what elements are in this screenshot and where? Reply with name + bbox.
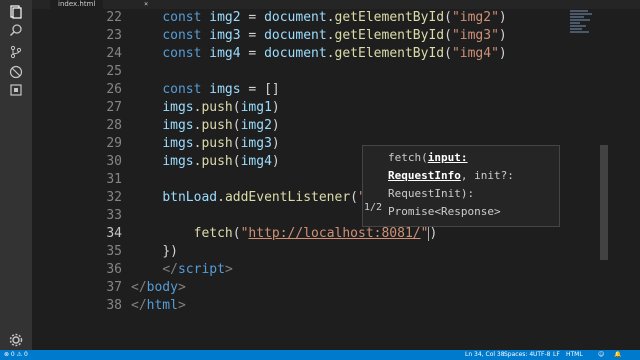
cursor-position[interactable]: Ln 34, Col 38 xyxy=(465,350,505,360)
encoding[interactable]: UTF-8 xyxy=(533,350,551,360)
line-number: 31 xyxy=(106,172,122,187)
tab-bar: index.html × xyxy=(32,0,640,9)
files-icon[interactable] xyxy=(8,4,24,20)
bell-icon[interactable]: 🔔 xyxy=(614,350,621,360)
code-text: </script> xyxy=(162,262,233,277)
minimap[interactable] xyxy=(570,10,594,40)
line-number: 37 xyxy=(106,280,122,295)
code-line[interactable]: 27 imgs.push(img1) xyxy=(32,99,600,117)
code-line[interactable]: 37 </body> xyxy=(32,279,600,297)
debug-icon[interactable] xyxy=(8,64,24,80)
line-number: 23 xyxy=(106,28,122,43)
extensions-icon[interactable] xyxy=(8,82,24,98)
code-line[interactable]: 28 imgs.push(img2) xyxy=(32,117,600,135)
settings-gear-icon[interactable] xyxy=(8,332,24,348)
activity-bar xyxy=(0,0,32,350)
line-number: 32 xyxy=(106,190,122,205)
param-hint-return-type: Promise<Response> xyxy=(388,205,501,218)
code-line[interactable]: 38 </html> xyxy=(32,297,600,315)
line-number: 22 xyxy=(106,10,122,25)
param-hint-rest: , init?: xyxy=(460,169,514,182)
param-hint-param-type: RequestInfo xyxy=(388,169,461,182)
editor-scrollbar[interactable] xyxy=(600,145,608,260)
code-line[interactable]: 35 }) xyxy=(32,243,600,261)
end-of-line[interactable]: LF xyxy=(553,350,560,360)
language-mode[interactable]: HTML xyxy=(566,350,583,360)
line-number: 27 xyxy=(106,100,122,115)
code-text: fetch("http://localhost:8081/") xyxy=(193,226,438,241)
source-control-icon[interactable] xyxy=(8,44,24,60)
code-line[interactable]: 22 const img2 = document.getElementById(… xyxy=(32,9,600,27)
code-text: const img3 = document.getElementById("im… xyxy=(162,28,507,43)
indentation[interactable]: Spaces: 4 xyxy=(504,350,533,360)
line-number: 34 xyxy=(106,226,122,241)
line-number: 30 xyxy=(106,154,122,169)
overload-counter[interactable]: 1/2 xyxy=(364,202,382,213)
code-line[interactable]: 24 const img4 = document.getElementById(… xyxy=(32,45,600,63)
tab-index-html[interactable]: index.html xyxy=(50,0,104,9)
line-number: 28 xyxy=(106,118,122,133)
feedback-icon[interactable]: ☺ xyxy=(598,350,604,360)
code-line[interactable]: 34 fetch("http://localhost:8081/") xyxy=(32,225,600,243)
search-icon[interactable] xyxy=(8,22,24,38)
line-number: 35 xyxy=(106,244,122,259)
code-line[interactable]: 26 const imgs = [] xyxy=(32,81,600,99)
param-hint-init-type: RequestInit): xyxy=(388,187,475,200)
line-number: 24 xyxy=(106,46,122,61)
tab-title: index.html xyxy=(58,0,96,8)
code-text: imgs.push(img1) xyxy=(162,100,280,115)
close-icon[interactable]: × xyxy=(144,0,148,9)
code-text: }) xyxy=(162,244,178,259)
code-text: </html> xyxy=(131,298,186,313)
line-number: 36 xyxy=(106,262,122,277)
parameter-hints-widget: fetch(input: RequestInfo, init?: Request… xyxy=(362,145,560,227)
param-hint-current-param: input: xyxy=(427,151,468,164)
code-text: </body> xyxy=(131,280,186,295)
code-text: const img4 = document.getElementById("im… xyxy=(162,46,507,61)
code-line[interactable]: 36 </script> xyxy=(32,261,600,279)
line-number: 29 xyxy=(106,136,122,151)
line-number: 33 xyxy=(106,208,122,223)
line-number: 38 xyxy=(106,298,122,313)
code-text: const imgs = [] xyxy=(162,82,280,97)
line-number: 26 xyxy=(106,82,122,97)
status-bar: ⊗ 0 ⚠ 0 Ln 34, Col 38 Spaces: 4 UTF-8 LF… xyxy=(0,350,640,360)
code-text: imgs.push(img4) xyxy=(162,154,280,169)
code-text: imgs.push(img3) xyxy=(162,136,280,151)
line-number: 25 xyxy=(106,64,122,79)
code-text: const img2 = document.getElementById("im… xyxy=(162,10,507,25)
code-line[interactable]: 25 xyxy=(32,63,600,81)
code-line[interactable]: 23 const img3 = document.getElementById(… xyxy=(32,27,600,45)
problems-indicator[interactable]: ⊗ 0 ⚠ 0 xyxy=(4,350,28,360)
param-hint-fn: fetch( xyxy=(388,151,428,164)
code-text: imgs.push(img2) xyxy=(162,118,280,133)
